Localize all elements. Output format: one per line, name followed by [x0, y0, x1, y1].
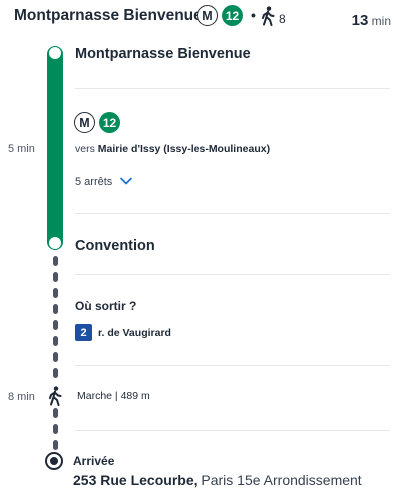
divider [75, 365, 390, 366]
walk-path-dash [52, 288, 58, 298]
exit-title: Où sortir ? [75, 299, 137, 313]
walking-person-icon [47, 386, 63, 411]
start-stop-name: Montparnasse Bienvenue [75, 46, 251, 62]
walking-person-icon [260, 6, 276, 31]
metro-leg-duration: 5 min [8, 143, 35, 155]
end-stop-name: Convention [75, 238, 155, 254]
stops-count-label: 5 arrêts [75, 176, 113, 188]
walk-path-dash [52, 440, 58, 450]
line-12-badge: 12 [222, 5, 243, 26]
exit-number-badge: 2 [75, 324, 92, 341]
walk-path-dash [52, 272, 58, 282]
arrival-label: Arrivée [73, 454, 115, 468]
separator-dot: • [251, 7, 256, 23]
walk-leg-duration: 8 min [8, 391, 35, 403]
exit-street: r. de Vaugirard [98, 326, 171, 339]
arrival-address: 253 Rue Lecourbe, Paris 15e Arrondisseme… [73, 472, 362, 488]
end-stop-dot [49, 237, 61, 249]
walk-duration: 8 [279, 12, 286, 26]
line-12-badge: 12 [99, 112, 120, 133]
exit-row: 2 r. de Vaugirard [75, 324, 171, 341]
route-title: Montparnasse Bienvenue [14, 7, 202, 24]
arrival-address-city: Paris 15e Arrondissement [201, 472, 362, 488]
direction-prefix: vers [75, 143, 95, 155]
direction: vers Mairie d'Issy (Issy-les-Moulineaux) [75, 143, 270, 155]
walk-path-dash [52, 320, 58, 330]
walk-path-dash [52, 352, 58, 362]
total-duration-unit: min [371, 14, 391, 28]
direction-name: Mairie d'Issy (Issy-les-Moulineaux) [97, 143, 271, 155]
arrival-address-street: 253 Rue Lecourbe, [73, 472, 198, 488]
destination-icon [45, 452, 63, 470]
walk-path-dash [52, 424, 58, 434]
divider [75, 88, 390, 89]
start-stop-dot [49, 47, 61, 59]
walk-path-dash [52, 256, 58, 266]
walk-path-dash [52, 336, 58, 346]
stops-count-toggle[interactable]: 5 arrêts [75, 176, 133, 188]
walk-path-dash [52, 304, 58, 314]
total-duration-value: 13 [351, 12, 369, 29]
metro-symbol-icon: M [74, 112, 95, 133]
total-duration: 13 min [352, 12, 391, 29]
divider [75, 274, 390, 275]
metro-line-bar [47, 46, 63, 250]
divider [75, 430, 390, 431]
metro-symbol-icon: M [197, 5, 218, 26]
walk-leg-text: Marche | 489 m [77, 390, 150, 402]
chevron-down-icon [120, 176, 133, 188]
divider [75, 213, 390, 214]
walk-path-dash [52, 368, 58, 378]
